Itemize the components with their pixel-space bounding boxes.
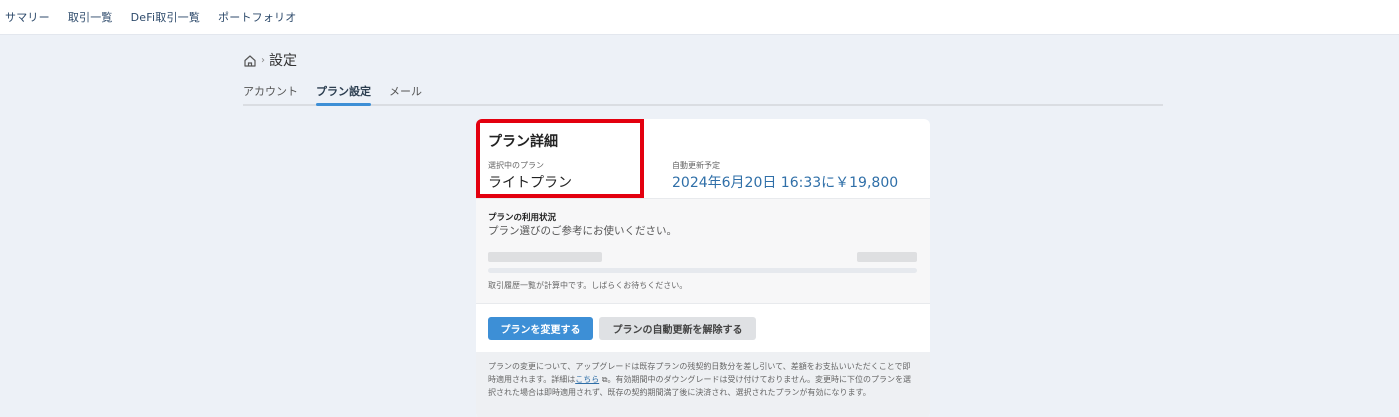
renewal-value: 2024年6月20日 16:33に￥19,800 (672, 175, 899, 191)
settings-tabs: アカウント プラン設定 メール (243, 80, 1163, 106)
usage-title: プランの利用状況 (488, 213, 557, 223)
usage-skeleton-left (488, 252, 602, 262)
nav-transactions[interactable]: 取引一覧 (68, 9, 113, 25)
details-link[interactable]: こちら (575, 375, 599, 384)
home-icon[interactable] (243, 53, 257, 67)
breadcrumb-separator: › (261, 54, 265, 66)
tab-mail[interactable]: メール (389, 80, 422, 104)
actions-section: プランを変更する プランの自動更新を解除する (476, 304, 930, 352)
nav-summary[interactable]: サマリー (5, 9, 50, 25)
current-plan-value: ライトプラン (488, 175, 572, 191)
top-nav: サマリー 取引一覧 DeFi取引一覧 ポートフォリオ (0, 0, 1399, 35)
nav-defi-transactions[interactable]: DeFi取引一覧 (131, 9, 200, 25)
tab-plan-settings[interactable]: プラン設定 (316, 80, 371, 106)
tab-account[interactable]: アカウント (243, 80, 298, 104)
breadcrumb: › 設定 (243, 50, 297, 70)
notes-text: プランの変更について、アップグレードは既存プランの残契約日数分を差し引いて、差額… (488, 360, 918, 399)
change-plan-button[interactable]: プランを変更する (488, 317, 593, 340)
plan-detail-section: プラン詳細 選択中のプラン ライトプラン 自動更新予定 2024年6月20日 1… (476, 119, 930, 199)
page-title: 設定 (269, 53, 297, 69)
usage-description: プラン選びのご参考にお使いください。 (488, 225, 677, 237)
plan-detail-title: プラン詳細 (488, 134, 558, 150)
current-plan-label: 選択中のプラン (488, 161, 544, 170)
usage-note: 取引履歴一覧が計算中です。しばらくお待ちください。 (488, 281, 688, 290)
usage-progress-bar (488, 268, 917, 273)
plan-change-notes: プランの変更について、アップグレードは既存プランの残契約日数分を差し引いて、差額… (476, 352, 930, 417)
plan-card: プラン詳細 選択中のプラン ライトプラン 自動更新予定 2024年6月20日 1… (476, 119, 930, 417)
usage-section: プランの利用状況 プラン選びのご参考にお使いください。 取引履歴一覧が計算中です… (476, 199, 930, 304)
nav-portfolio[interactable]: ポートフォリオ (218, 9, 296, 25)
cancel-auto-renewal-button[interactable]: プランの自動更新を解除する (599, 317, 756, 340)
renewal-label: 自動更新予定 (672, 161, 720, 170)
usage-skeleton-right (857, 252, 917, 262)
